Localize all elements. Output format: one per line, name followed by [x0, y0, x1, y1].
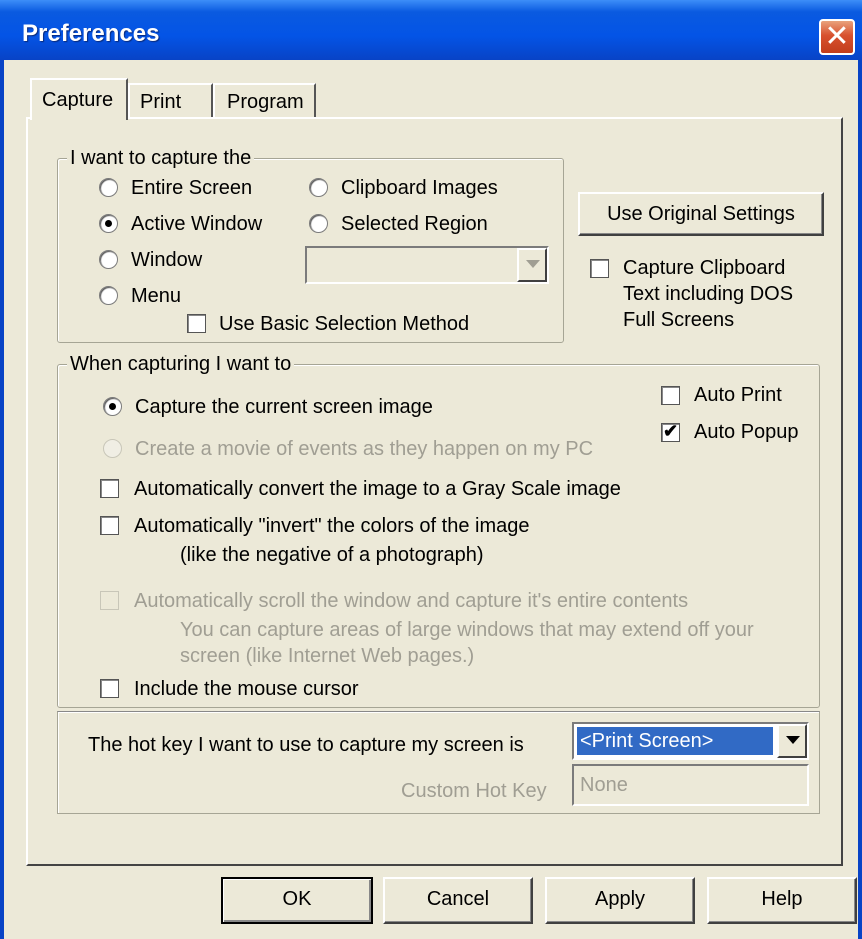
tab-print[interactable]: Print: [128, 83, 213, 117]
apply-label: Apply: [594, 888, 646, 910]
close-icon: ✕: [824, 19, 850, 54]
tab-program-label: Program: [227, 91, 304, 113]
radio-menu[interactable]: [99, 286, 118, 305]
checkbox-auto-scroll[interactable]: [100, 591, 119, 610]
chevron-down-icon[interactable]: [777, 724, 807, 758]
radio-selected-region[interactable]: [309, 214, 328, 233]
chevron-down-icon[interactable]: [517, 248, 547, 282]
use-original-settings-label: Use Original Settings: [607, 203, 795, 225]
label-create-movie[interactable]: Create a movie of events as they happen …: [135, 437, 593, 461]
capture-target-legend: I want to capture the: [67, 146, 255, 170]
label-auto-scroll-sub2: screen (like Internet Web pages.): [180, 645, 475, 667]
label-capture-clipboard-2[interactable]: Text including DOS: [623, 282, 793, 306]
radio-entire-screen[interactable]: [99, 178, 118, 197]
label-window[interactable]: Window: [131, 248, 202, 272]
label-custom-hotkey: Custom Hot Key: [401, 780, 547, 802]
cancel-button[interactable]: Cancel: [383, 877, 533, 924]
label-capture-screen[interactable]: Capture the current screen image: [135, 395, 433, 419]
label-menu[interactable]: Menu: [131, 284, 181, 308]
checkbox-capture-clipboard[interactable]: [590, 259, 609, 278]
cancel-label: Cancel: [426, 888, 490, 910]
label-basic-selection[interactable]: Use Basic Selection Method: [219, 312, 469, 336]
checkbox-auto-popup[interactable]: ✔: [661, 421, 680, 442]
help-button[interactable]: Help: [707, 877, 857, 924]
hotkey-select-value: <Print Screen>: [580, 730, 714, 752]
label-entire-screen[interactable]: Entire Screen: [131, 176, 252, 200]
custom-hotkey-input[interactable]: None: [572, 764, 809, 806]
label-auto-scroll[interactable]: Automatically scroll the window and capt…: [134, 589, 688, 613]
label-hotkey: The hot key I want to use to capture my …: [88, 734, 524, 756]
checkbox-mouse-cursor[interactable]: [100, 679, 119, 698]
radio-capture-screen[interactable]: [103, 397, 122, 416]
preferences-window: Preferences ✕ Capture Print Program I wa…: [0, 0, 862, 939]
use-original-settings-button[interactable]: Use Original Settings: [578, 192, 824, 236]
label-auto-scroll-sub1: You can capture areas of large windows t…: [180, 619, 754, 641]
tab-program[interactable]: Program: [213, 83, 316, 117]
window-border-right: [858, 60, 862, 939]
label-selected-region[interactable]: Selected Region: [341, 212, 488, 236]
apply-button[interactable]: Apply: [545, 877, 695, 924]
when-capturing-legend: When capturing I want to: [67, 352, 295, 376]
label-mouse-cursor[interactable]: Include the mouse cursor: [134, 677, 359, 701]
label-gray-scale[interactable]: Automatically convert the image to a Gra…: [134, 477, 621, 501]
tab-print-label: Print: [140, 91, 182, 113]
custom-hotkey-value: None: [580, 774, 628, 796]
radio-active-window[interactable]: [99, 214, 118, 233]
tab-capture[interactable]: Capture: [30, 78, 128, 120]
window-border-left: [0, 60, 4, 939]
checkbox-basic-selection[interactable]: [187, 314, 206, 333]
checkbox-gray-scale[interactable]: [100, 479, 119, 498]
help-label: Help: [761, 888, 803, 910]
label-capture-clipboard-3[interactable]: Full Screens: [623, 308, 734, 332]
radio-create-movie[interactable]: [103, 439, 122, 458]
close-button[interactable]: ✕: [819, 19, 855, 55]
checkbox-invert[interactable]: [100, 516, 119, 535]
radio-clipboard-images[interactable]: [309, 178, 328, 197]
label-active-window[interactable]: Active Window: [131, 212, 262, 236]
ok-label: OK: [282, 888, 312, 910]
label-clipboard-images[interactable]: Clipboard Images: [341, 176, 498, 200]
window-title: Preferences: [22, 20, 160, 47]
region-select[interactable]: [305, 246, 549, 284]
label-capture-clipboard-1[interactable]: Capture Clipboard: [623, 256, 785, 280]
label-invert[interactable]: Automatically "invert" the colors of the…: [134, 514, 530, 538]
label-auto-print[interactable]: Auto Print: [694, 383, 782, 407]
checkbox-auto-print[interactable]: [661, 386, 680, 405]
tab-capture-label: Capture: [42, 89, 114, 111]
label-auto-popup[interactable]: Auto Popup: [694, 420, 799, 444]
label-invert-sub: (like the negative of a photograph): [180, 544, 484, 566]
radio-window[interactable]: [99, 250, 118, 269]
ok-button[interactable]: OK: [221, 877, 373, 924]
checkmark-icon: ✔: [663, 421, 679, 441]
hotkey-select[interactable]: <Print Screen>: [572, 722, 809, 760]
